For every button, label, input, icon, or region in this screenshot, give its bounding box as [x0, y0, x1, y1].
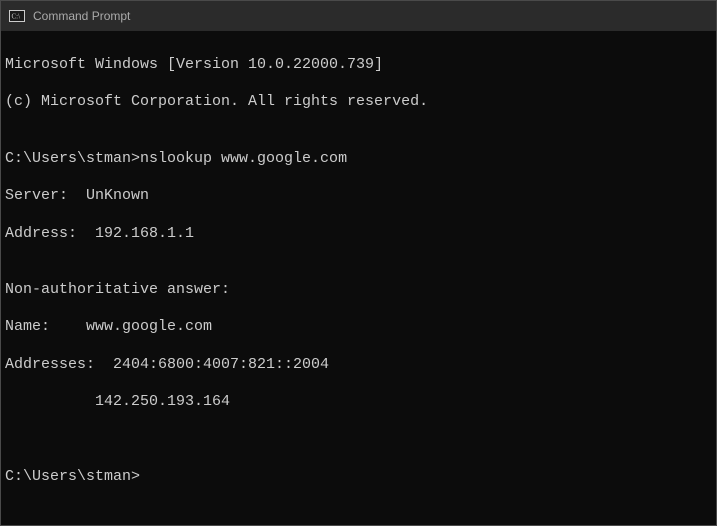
- command-input[interactable]: [140, 468, 712, 487]
- command-prompt-window: C:\ Command Prompt Microsoft Windows [Ve…: [0, 0, 717, 526]
- cmd-icon: C:\: [9, 8, 25, 24]
- entered-command: nslookup www.google.com: [140, 150, 347, 167]
- addresses-line-1: Addresses: 2404:6800:4007:821::2004: [5, 356, 712, 375]
- window-title: Command Prompt: [33, 9, 130, 23]
- prompt-path: C:\Users\stman>: [5, 468, 140, 487]
- name-line: Name: www.google.com: [5, 318, 712, 337]
- current-prompt-line[interactable]: C:\Users\stman>: [5, 468, 712, 487]
- server-line: Server: UnKnown: [5, 187, 712, 206]
- svg-text:C:\: C:\: [12, 13, 21, 21]
- address-line: Address: 192.168.1.1: [5, 225, 712, 244]
- nonauth-line: Non-authoritative answer:: [5, 281, 712, 300]
- titlebar[interactable]: C:\ Command Prompt: [1, 1, 716, 31]
- prompt-path: C:\Users\stman>: [5, 150, 140, 167]
- os-version-line: Microsoft Windows [Version 10.0.22000.73…: [5, 56, 712, 75]
- command-line-1: C:\Users\stman>nslookup www.google.com: [5, 150, 712, 169]
- addresses-line-2: 142.250.193.164: [5, 393, 712, 412]
- copyright-line: (c) Microsoft Corporation. All rights re…: [5, 93, 712, 112]
- terminal-output[interactable]: Microsoft Windows [Version 10.0.22000.73…: [1, 31, 716, 525]
